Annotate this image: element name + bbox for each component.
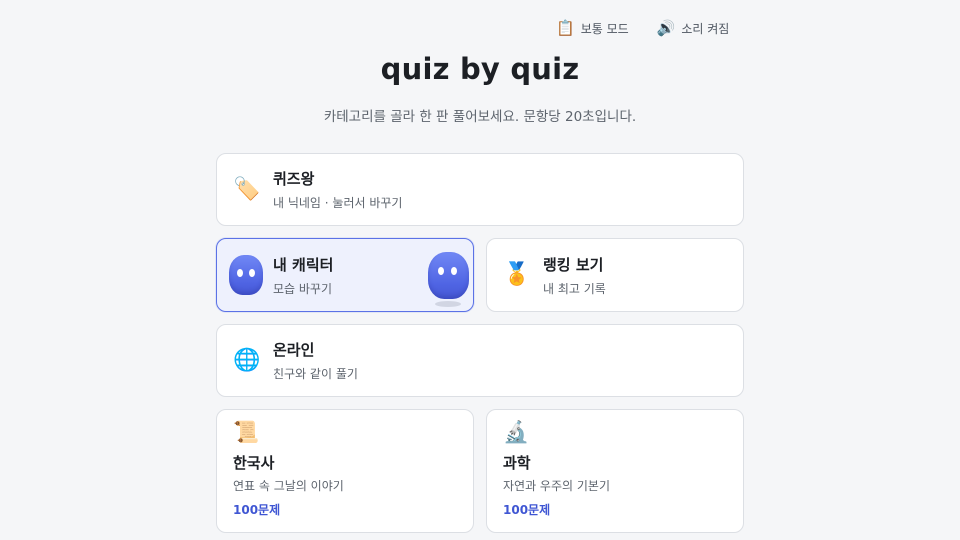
difficulty-mode-label: 보통 모드 xyxy=(580,21,629,36)
medal-icon: 🏅 xyxy=(503,262,531,287)
nickname-card[interactable]: 🏷️ 퀴즈왕 내 닉네임 · 눌러서 바꾸기 xyxy=(216,153,744,226)
character-preview-icon xyxy=(428,252,469,299)
nickname-title: 퀴즈왕 xyxy=(273,170,315,188)
speaker-icon: 🔊 xyxy=(656,18,676,37)
tag-icon: 🏷️ xyxy=(233,176,261,202)
toolbar: 📋 보통 모드 🔊 소리 켜짐 xyxy=(552,16,733,40)
globe-icon: 🌐 xyxy=(233,347,261,373)
character-title: 내 캐릭터 xyxy=(273,255,334,274)
category-count: 100문제 xyxy=(503,503,551,517)
sound-toggle-label: 소리 켜짐 xyxy=(681,21,730,36)
ranking-title: 랭킹 보기 xyxy=(543,255,604,274)
scroll-icon: 📜 xyxy=(233,420,260,444)
character-blob-icon xyxy=(229,255,263,295)
nickname-desc: 내 닉네임 · 눌러서 바꾸기 xyxy=(273,196,403,210)
character-card[interactable]: 내 캐릭터 모습 바꾸기 xyxy=(216,238,474,312)
microscope-icon: 🔬 xyxy=(503,420,530,444)
category-count: 100문제 xyxy=(233,503,281,517)
online-desc: 친구와 같이 풀기 xyxy=(273,367,358,381)
character-avatar-small xyxy=(229,255,263,295)
ranking-card[interactable]: 🏅 랭킹 보기 내 최고 기록 xyxy=(486,238,744,312)
ranking-desc: 내 최고 기록 xyxy=(543,281,606,296)
category-card-history[interactable]: 📜 한국사 연표 속 그날의 이야기 100문제 xyxy=(216,409,474,533)
character-desc: 모습 바꾸기 xyxy=(273,281,333,296)
quiz-home: 📋 보통 모드 🔊 소리 켜짐 quiz by quiz 카테고리를 골라 한 … xyxy=(0,0,960,540)
category-desc: 연표 속 그날의 이야기 xyxy=(233,479,344,493)
category-card-science[interactable]: 🔬 과학 자연과 우주의 기본기 100문제 xyxy=(486,409,744,533)
online-card[interactable]: 🌐 온라인 친구와 같이 풀기 xyxy=(216,324,744,397)
sound-toggle-button[interactable]: 🔊 소리 켜짐 xyxy=(653,16,734,40)
category-title: 과학 xyxy=(503,454,531,472)
category-desc: 자연과 우주의 기본기 xyxy=(503,479,610,493)
online-title: 온라인 xyxy=(273,341,315,359)
difficulty-mode-button[interactable]: 📋 보통 모드 xyxy=(552,16,633,40)
page-title: quiz by quiz xyxy=(380,52,580,86)
category-title: 한국사 xyxy=(233,454,275,472)
character-shadow xyxy=(435,301,461,307)
clipboard-icon: 📋 xyxy=(556,18,575,37)
page-subtitle: 카테고리를 골라 한 판 풀어보세요. 문항당 20초입니다. xyxy=(323,109,637,125)
